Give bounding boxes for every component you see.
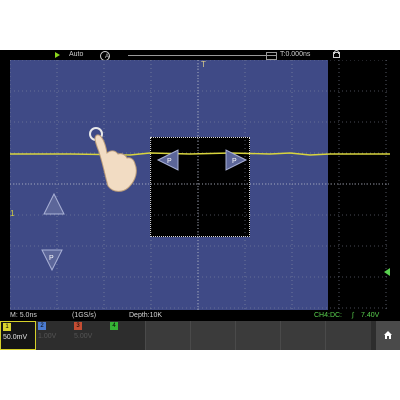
channel-4-index: 4 bbox=[110, 322, 118, 330]
channel-4-cell[interactable]: 4 bbox=[108, 321, 144, 350]
time-offset[interactable]: T:0.000ns bbox=[280, 51, 310, 58]
bottom-menu-bar: 1 50.0mV 2 1.00V 3 5.00V 4 bbox=[0, 321, 400, 350]
channel-marker[interactable]: 1 bbox=[10, 209, 14, 218]
trigger-level-marker[interactable] bbox=[384, 268, 390, 276]
trigger-level-text[interactable]: 7.40V bbox=[361, 312, 379, 319]
channel-3-index: 3 bbox=[74, 322, 82, 330]
trigger-text[interactable]: CH4:DC: bbox=[314, 312, 342, 319]
svg-text:P: P bbox=[167, 158, 172, 165]
softkey-5[interactable] bbox=[325, 321, 371, 350]
channel-1-value: 50.0mV bbox=[3, 334, 28, 341]
top-status-bar: Auto A T:0.000ns bbox=[0, 50, 400, 61]
softkey-2[interactable] bbox=[190, 321, 236, 350]
time-range-box bbox=[266, 52, 277, 60]
touch-hand-icon bbox=[89, 127, 137, 192]
grid bbox=[10, 60, 390, 310]
trigger-mode[interactable]: Auto bbox=[69, 51, 83, 58]
time-range-line bbox=[128, 55, 276, 56]
channel-marker-label: 1 bbox=[10, 209, 15, 218]
channel-1-cell[interactable]: 1 50.0mV bbox=[0, 321, 36, 350]
lock-icon[interactable] bbox=[333, 50, 340, 58]
home-button[interactable] bbox=[376, 321, 400, 350]
softkey-1[interactable] bbox=[145, 321, 191, 350]
bottom-status-bar: M: 5.0ns (1GS/s) Depth:10K CH4:DC: ∫ 7.4… bbox=[0, 311, 400, 321]
channel-1-index: 1 bbox=[3, 323, 11, 331]
svg-text:P: P bbox=[49, 255, 54, 262]
channel-2-cell[interactable]: 2 1.00V bbox=[36, 321, 72, 350]
left-arrow-icon[interactable]: P bbox=[156, 148, 180, 172]
oscilloscope-screen: Auto A T:0.000ns P P P T 1 M: 5.0ns (1GS… bbox=[0, 50, 400, 350]
softkey-3[interactable] bbox=[235, 321, 281, 350]
channel-3-value: 5.00V bbox=[74, 333, 93, 340]
home-icon bbox=[384, 331, 392, 339]
channel-3-cell[interactable]: 3 5.00V bbox=[72, 321, 108, 350]
sample-rate-text: (1GS/s) bbox=[72, 312, 97, 319]
down-arrow-icon[interactable]: P bbox=[40, 248, 64, 272]
trigger-edge-icon: ∫ bbox=[352, 312, 354, 319]
softkey-4[interactable] bbox=[280, 321, 326, 350]
channel-2-index: 2 bbox=[38, 322, 46, 330]
timebase-text[interactable]: M: 5.0ns bbox=[10, 312, 37, 319]
trigger-marker-label: T bbox=[201, 60, 206, 69]
right-arrow-icon[interactable]: P bbox=[224, 148, 248, 172]
waveform-display[interactable]: P P P T 1 bbox=[10, 60, 390, 310]
svg-text:P: P bbox=[232, 158, 237, 165]
run-icon[interactable] bbox=[55, 52, 60, 58]
depth-text[interactable]: Depth:10K bbox=[129, 312, 162, 319]
up-arrow-icon[interactable] bbox=[42, 192, 66, 216]
channel-2-value: 1.00V bbox=[38, 333, 57, 340]
trigger-marker[interactable]: T bbox=[201, 60, 206, 69]
